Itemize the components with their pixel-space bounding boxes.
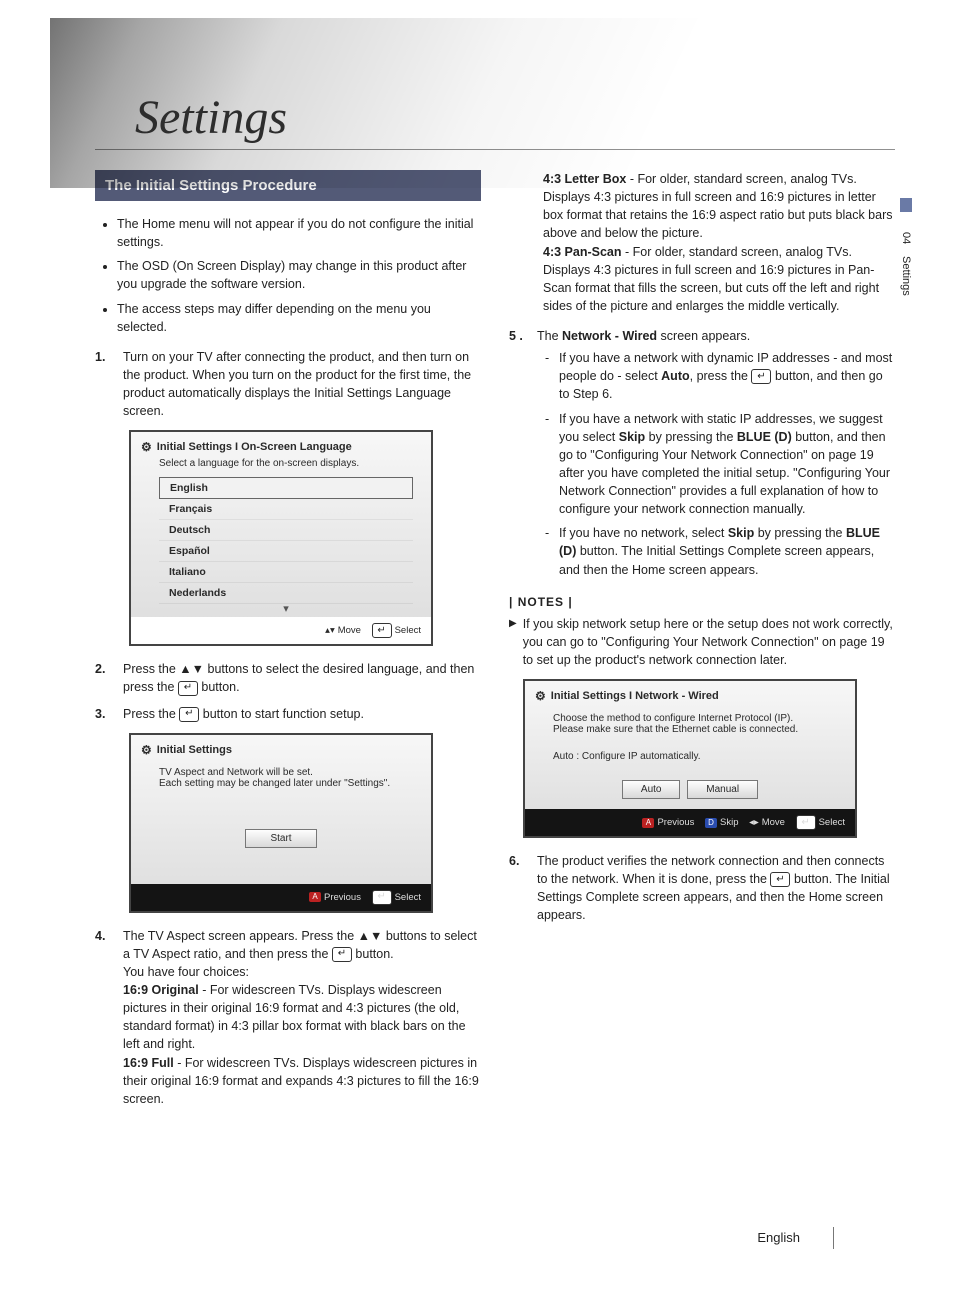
language-option[interactable]: Nederlands — [159, 583, 413, 604]
ui-footer: APrevious DSkip ◂▸Move ↵Select — [525, 809, 855, 836]
ui-line: TV Aspect and Network will be set. — [159, 767, 403, 778]
ui-line: Auto : Configure IP automatically. — [553, 751, 827, 762]
left-column: The Initial Settings Procedure The Home … — [95, 170, 481, 1116]
notes-heading: | NOTES | — [509, 595, 895, 609]
hint-move: ◂▸Move — [749, 817, 785, 828]
step-text: Press the ↵ button to start function set… — [123, 705, 481, 723]
gear-icon: ⚙ — [141, 440, 152, 454]
section-number: 04 — [900, 232, 912, 244]
step-4-continued: 4:3 Letter Box - For older, standard scr… — [543, 170, 895, 315]
enter-icon: ↵ — [372, 890, 392, 905]
ui-language-screen: ⚙ Initial Settings I On-Screen Language … — [129, 430, 433, 646]
step-text: The Network - Wired screen appears. - If… — [537, 327, 895, 585]
manual-button[interactable]: Manual — [687, 780, 758, 799]
step-number: 5 . — [509, 327, 527, 585]
chevron-down-icon[interactable]: ▾ — [159, 604, 413, 615]
step-number: 3. — [95, 705, 113, 723]
gear-icon: ⚙ — [535, 689, 546, 703]
step-2: 2. Press the ▲▼ buttons to select the de… — [95, 660, 481, 696]
step-text: The product verifies the network connect… — [537, 852, 895, 925]
dash-icon: - — [545, 410, 553, 519]
language-option[interactable]: Español — [159, 541, 413, 562]
hint-select: ↵Select — [372, 623, 421, 638]
step-4: 4. The TV Aspect screen appears. Press t… — [95, 927, 481, 1108]
hint-move: ▴▾Move — [325, 625, 361, 636]
ui-title: Initial Settings I Network - Wired — [551, 690, 719, 702]
hint-previous: APrevious — [642, 817, 694, 828]
red-a-icon: A — [642, 818, 654, 828]
step-number: 4. — [95, 927, 113, 1108]
blue-d-icon: D — [705, 818, 717, 828]
dash-icon: - — [545, 349, 553, 403]
enter-icon: ↵ — [770, 872, 790, 887]
enter-icon: ↵ — [796, 815, 816, 830]
dash-icon: - — [545, 524, 553, 578]
step-1: 1. Turn on your TV after connecting the … — [95, 348, 481, 421]
step-text: Turn on your TV after connecting the pro… — [123, 348, 481, 421]
list-item: The access steps may differ depending on… — [117, 300, 481, 336]
section-tab-marker — [900, 198, 912, 212]
page-title: Settings — [135, 90, 894, 145]
footer-language: English — [757, 1230, 800, 1245]
ui-line: Please make sure that the Ethernet cable… — [553, 724, 827, 735]
hint-select: ↵Select — [372, 890, 421, 905]
language-option[interactable]: Italiano — [159, 562, 413, 583]
triangle-icon: ▶ — [509, 617, 517, 669]
ui-header: ⚙ Initial Settings I Network - Wired — [525, 681, 855, 707]
aspect-43-letterbox-label: 4:3 Letter Box — [543, 172, 626, 186]
right-column: 4:3 Letter Box - For older, standard scr… — [509, 170, 895, 1116]
step-6: 6. The product verifies the network conn… — [509, 852, 895, 925]
ui-network-screen: ⚙ Initial Settings I Network - Wired Cho… — [523, 679, 857, 838]
sub-item: - If you have no network, select Skip by… — [545, 524, 895, 578]
ui-title: Initial Settings — [157, 744, 232, 756]
enter-icon: ↵ — [178, 681, 198, 696]
ui-title: Initial Settings I On-Screen Language — [157, 441, 352, 453]
hint-select: ↵Select — [796, 815, 845, 830]
language-list: English Français Deutsch Español Italian… — [159, 477, 413, 615]
list-item: The OSD (On Screen Display) may change i… — [117, 257, 481, 293]
step-number: 1. — [95, 348, 113, 421]
ui-line: Each setting may be changed later under … — [159, 778, 403, 789]
leftright-icon: ◂▸ — [749, 817, 759, 828]
ui-initial-settings-screen: ⚙ Initial Settings TV Aspect and Network… — [129, 733, 433, 913]
step-5: 5 . The Network - Wired screen appears. … — [509, 327, 895, 585]
list-item: The Home menu will not appear if you do … — [117, 215, 481, 251]
enter-icon: ↵ — [751, 369, 771, 384]
ui-footer: APrevious ↵Select — [131, 884, 431, 911]
hint-previous: APrevious — [309, 892, 361, 903]
step-text: The TV Aspect screen appears. Press the … — [123, 927, 481, 1108]
step-number: 6. — [509, 852, 527, 925]
enter-icon: ↵ — [332, 947, 352, 962]
title-rule — [95, 149, 895, 150]
ui-header: ⚙ Initial Settings I On-Screen Language — [131, 432, 431, 458]
language-option[interactable]: English — [159, 477, 413, 499]
sub-item: - If you have a network with static IP a… — [545, 410, 895, 519]
step-text: Press the ▲▼ buttons to select the desir… — [123, 660, 481, 696]
auto-button[interactable]: Auto — [622, 780, 681, 799]
gear-icon: ⚙ — [141, 743, 152, 757]
enter-icon: ↵ — [179, 707, 199, 722]
language-option[interactable]: Deutsch — [159, 520, 413, 541]
ui-header: ⚙ Initial Settings — [131, 735, 431, 761]
footer-rule — [833, 1227, 834, 1249]
aspect-169-original-label: 16:9 Original — [123, 983, 199, 997]
ui-line: Choose the method to configure Internet … — [553, 713, 827, 724]
aspect-43-panscan-label: 4:3 Pan-Scan — [543, 245, 622, 259]
red-a-icon: A — [309, 892, 321, 902]
intro-bullets: The Home menu will not appear if you do … — [95, 215, 481, 336]
language-option[interactable]: Français — [159, 499, 413, 520]
ui-subtitle: Select a language for the on-screen disp… — [131, 458, 431, 471]
step-number: 2. — [95, 660, 113, 696]
section-heading: The Initial Settings Procedure — [95, 170, 481, 201]
step-3: 3. Press the ↵ button to start function … — [95, 705, 481, 723]
updown-icon: ▴▾ — [325, 625, 335, 636]
sub-item: - If you have a network with dynamic IP … — [545, 349, 895, 403]
aspect-169-full-label: 16:9 Full — [123, 1056, 174, 1070]
section-tab-label: Settings — [900, 256, 912, 296]
start-button[interactable]: Start — [245, 829, 316, 848]
enter-icon: ↵ — [372, 623, 392, 638]
hint-skip: DSkip — [705, 817, 738, 828]
note-item: ▶ If you skip network setup here or the … — [509, 615, 895, 669]
ui-footer: ▴▾Move ↵Select — [131, 617, 431, 644]
